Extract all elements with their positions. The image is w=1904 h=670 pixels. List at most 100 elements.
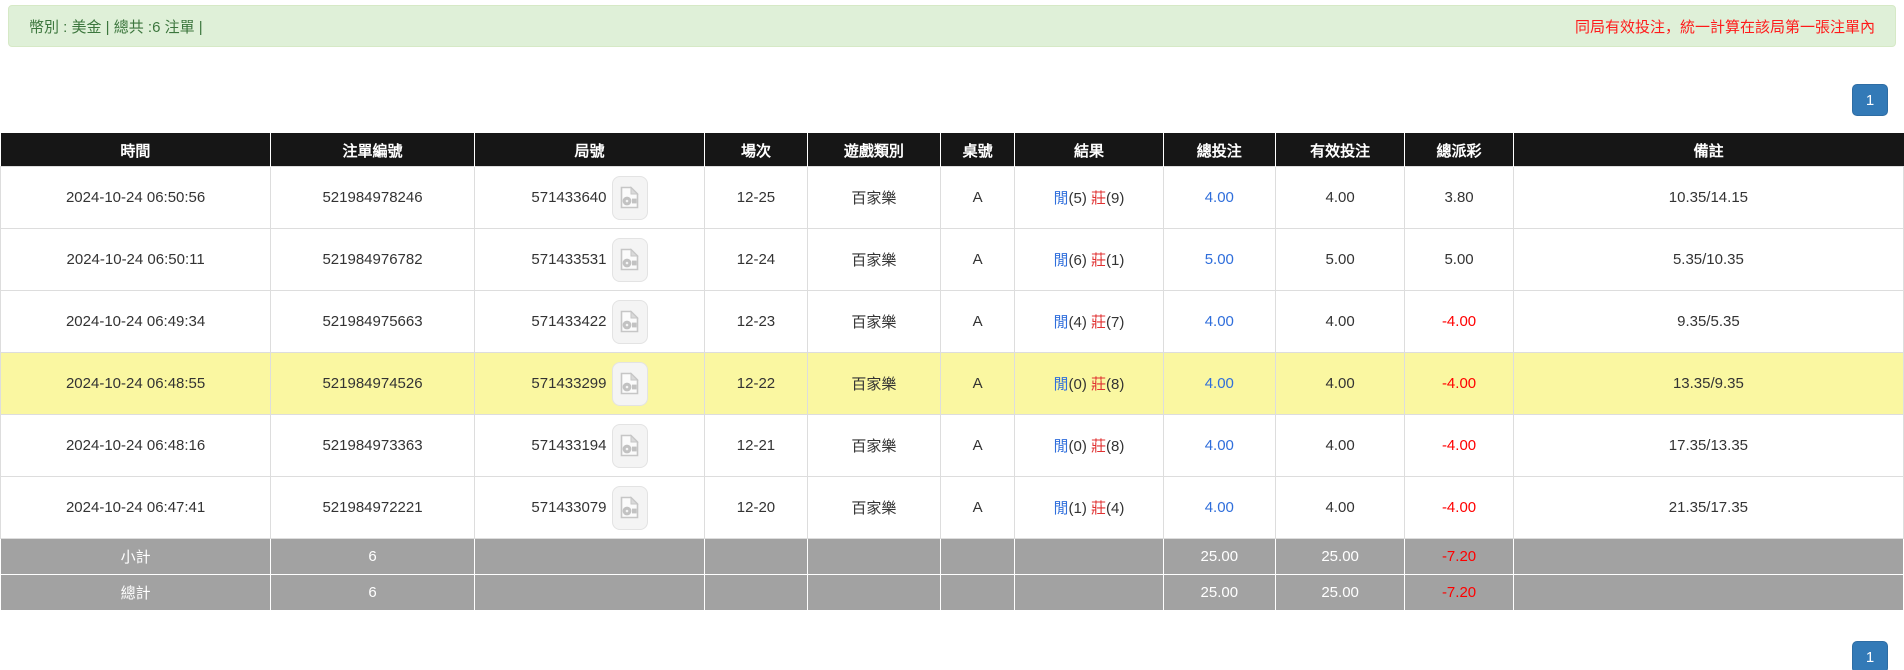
cell-valid-bet: 4.00	[1274, 290, 1406, 353]
round-video-button[interactable]	[611, 237, 648, 282]
total-valid-bet: 25.00	[1274, 574, 1406, 611]
cell-total-bet: 4.00	[1162, 166, 1276, 229]
total-bet-link[interactable]: 4.00	[1205, 499, 1234, 516]
round-id-text: 571433079	[531, 499, 607, 516]
round-video-button[interactable]	[611, 361, 648, 406]
film-file-icon	[620, 310, 639, 333]
cell-remark: 21.35/17.35	[1512, 476, 1904, 539]
result-player-label: 閒	[1053, 376, 1069, 393]
total-bet-link[interactable]: 4.00	[1205, 375, 1234, 392]
total-total-bet: 25.00	[1162, 574, 1276, 611]
cell-result: 閒(5) 莊(9)	[1014, 166, 1164, 229]
round-id-text: 571433640	[531, 189, 607, 206]
cell-game: 百家樂	[806, 414, 942, 477]
col-header-total-bet: 總投注	[1163, 133, 1276, 167]
cell-round-id: 571433640	[473, 166, 706, 229]
cell-time: 2024-10-24 06:50:56	[0, 166, 272, 229]
round-video-button[interactable]	[611, 299, 648, 344]
total-bet-link[interactable]: 4.00	[1205, 189, 1234, 206]
cell-remark: 5.35/10.35	[1512, 228, 1904, 291]
film-file-icon	[620, 496, 639, 519]
total-bet-link[interactable]: 5.00	[1205, 251, 1234, 268]
result-player-value: (1)	[1068, 500, 1087, 517]
result-banker-label: 莊	[1091, 376, 1107, 393]
result-player-value: (4)	[1068, 314, 1087, 331]
table-row-highlighted: 2024-10-24 06:48:55 521984974526 5714332…	[0, 352, 1904, 415]
subtotal-valid-bet: 25.00	[1274, 538, 1406, 575]
cell-valid-bet: 4.00	[1274, 414, 1406, 477]
round-id-text: 571433194	[531, 437, 607, 454]
cell-session: 12-22	[704, 352, 808, 415]
result-banker-label: 莊	[1091, 252, 1107, 269]
cell-bet-id: 521984974526	[270, 352, 475, 415]
cell-remark: 13.35/9.35	[1512, 352, 1904, 415]
currency-total-text: 幣別 : 美金 | 總共 :6 注單 |	[29, 18, 203, 36]
cell-game: 百家樂	[806, 166, 942, 229]
result-player-label: 閒	[1053, 438, 1069, 455]
subtotal-payout: -7.20	[1404, 538, 1514, 575]
total-bet-link[interactable]: 4.00	[1205, 437, 1234, 454]
cell-session: 12-21	[704, 414, 808, 477]
result-banker-label: 莊	[1091, 314, 1107, 331]
cell-valid-bet: 4.00	[1274, 166, 1406, 229]
cell-game: 百家樂	[806, 476, 942, 539]
result-banker-value: (9)	[1106, 190, 1125, 207]
cell-session: 12-20	[704, 476, 808, 539]
cell-remark: 9.35/5.35	[1512, 290, 1904, 353]
cell-session: 12-23	[704, 290, 808, 353]
round-id-text: 571433531	[531, 251, 607, 268]
cell-session: 12-25	[704, 166, 808, 229]
total-payout: -7.20	[1404, 574, 1514, 611]
cell-payout: -4.00	[1404, 290, 1514, 353]
round-video-button[interactable]	[611, 175, 648, 220]
cell-payout: -4.00	[1404, 414, 1514, 477]
cell-result: 閒(6) 莊(1)	[1014, 228, 1164, 291]
film-file-icon	[620, 372, 639, 395]
valid-bet-notice-text: 同局有效投注，統一計算在該局第一張注單內	[1574, 18, 1875, 36]
result-player-value: (0)	[1068, 438, 1087, 455]
cell-total-bet: 4.00	[1162, 476, 1276, 539]
cell-table-no: A	[940, 476, 1016, 539]
cell-table-no: A	[940, 290, 1016, 353]
cell-bet-id: 521984972221	[270, 476, 475, 539]
cell-time: 2024-10-24 06:48:55	[0, 352, 272, 415]
result-player-value: (0)	[1068, 376, 1087, 393]
cell-round-id: 571433079	[473, 476, 706, 539]
cell-result: 閒(1) 莊(4)	[1014, 476, 1164, 539]
result-banker-value: (8)	[1106, 376, 1125, 393]
table-row: 2024-10-24 06:49:34 521984975663 5714334…	[0, 290, 1904, 353]
total-row: 總計 6 25.00 25.00 -7.20	[0, 574, 1904, 611]
subtotal-count: 6	[270, 538, 475, 575]
table-header-row: 時間 注單編號 局號 場次 遊戲類別 桌號 結果 總投注 有效投注 總派彩 備註	[0, 133, 1904, 167]
cell-total-bet: 4.00	[1162, 290, 1276, 353]
round-id-text: 571433422	[531, 313, 607, 330]
col-header-time: 時間	[0, 133, 272, 167]
cell-result: 閒(4) 莊(7)	[1014, 290, 1164, 353]
cell-bet-id: 521984975663	[270, 290, 475, 353]
result-banker-value: (7)	[1106, 314, 1125, 331]
cell-time: 2024-10-24 06:50:11	[0, 228, 272, 291]
cell-total-bet: 4.00	[1162, 352, 1276, 415]
total-bet-link[interactable]: 4.00	[1205, 313, 1234, 330]
film-file-icon	[620, 434, 639, 457]
cell-bet-id: 521984976782	[270, 228, 475, 291]
cell-payout: 5.00	[1404, 228, 1514, 291]
round-video-button[interactable]	[611, 485, 648, 530]
subtotal-total-bet: 25.00	[1162, 538, 1276, 575]
cell-table-no: A	[940, 228, 1016, 291]
film-file-icon	[620, 186, 639, 209]
result-player-label: 閒	[1053, 190, 1069, 207]
result-player-value: (6)	[1068, 252, 1087, 269]
result-player-label: 閒	[1053, 314, 1069, 331]
cell-total-bet: 5.00	[1162, 228, 1276, 291]
round-video-button[interactable]	[611, 423, 648, 468]
cell-bet-id: 521984973363	[270, 414, 475, 477]
page-1-button[interactable]: 1	[1852, 641, 1888, 670]
page-1-button[interactable]: 1	[1852, 84, 1888, 116]
cell-result: 閒(0) 莊(8)	[1014, 414, 1164, 477]
total-count: 6	[270, 574, 475, 611]
table-row: 2024-10-24 06:48:16 521984973363 5714331…	[0, 414, 1904, 477]
cell-bet-id: 521984978246	[270, 166, 475, 229]
result-banker-label: 莊	[1091, 438, 1107, 455]
round-id-text: 571433299	[531, 375, 607, 392]
